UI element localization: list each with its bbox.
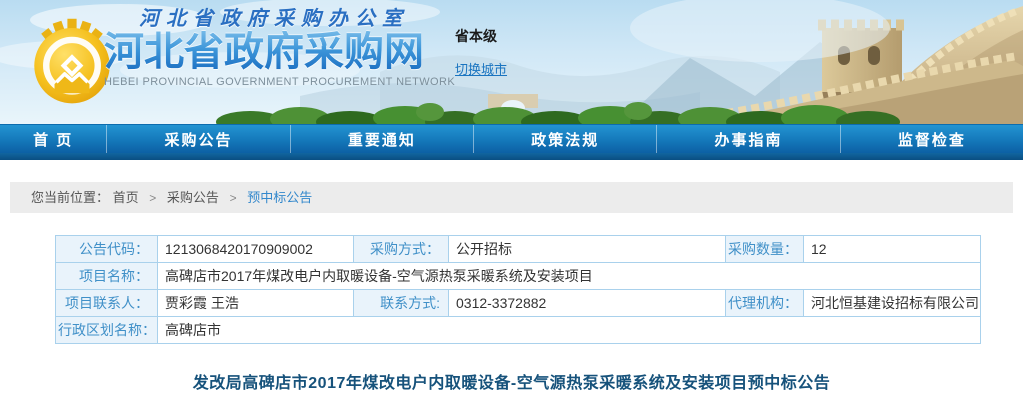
breadcrumb: 您当前位置： 首页 > 采购公告 > 预中标公告: [10, 182, 1013, 213]
district-label: 行政区划名称：: [56, 317, 158, 344]
table-row-district: 行政区划名称： 高碑店市: [56, 317, 981, 344]
nav-item-home[interactable]: 首 页: [0, 125, 106, 153]
breadcrumb-home-link[interactable]: 首页: [113, 190, 139, 205]
project-name-value: 高碑店市2017年煤改电户内取暖设备-空气源热泵采暖系统及安装项目: [158, 263, 981, 290]
project-contact-label: 项目联系人：: [56, 290, 158, 317]
contact-info-value: 0312-3372882: [449, 290, 726, 317]
purchase-method-label: 采购方式：: [354, 236, 449, 263]
announcement-info-table: 公告代码： 1213068420170909002 采购方式： 公开招标 采购数…: [55, 235, 1023, 344]
nav-item-policies-regulations[interactable]: 政策法规: [473, 125, 656, 153]
switch-city-link[interactable]: 切换城市: [455, 59, 507, 78]
table-row-contacts-agency: 项目联系人： 贾彩霞 王浩 联系方式: 0312-3372882 代理机构： 河…: [56, 290, 981, 317]
announcement-code-value: 1213068420170909002: [158, 236, 354, 263]
breadcrumb-separator-icon: >: [230, 191, 237, 205]
region-level-label: 省本级: [455, 26, 507, 46]
nav-item-procurement-announcements[interactable]: 采购公告: [106, 125, 289, 153]
nav-item-service-guide[interactable]: 办事指南: [656, 125, 839, 153]
district-value: 高碑店市: [158, 317, 981, 344]
office-title: 河北省政府采购办公室: [104, 2, 444, 31]
nav-bottom-strip: [0, 153, 1023, 160]
breadcrumb-prefix: 您当前位置：: [31, 190, 109, 205]
purchase-method-value: 公开招标: [449, 236, 726, 263]
project-contact-value: 贾彩霞 王浩: [158, 290, 354, 317]
project-name-label: 项目名称：: [56, 263, 158, 290]
purchase-quantity-label: 采购数量：: [726, 236, 804, 263]
breadcrumb-current-page[interactable]: 预中标公告: [247, 190, 312, 205]
agency-value: 河北恒基建设招标有限公司: [804, 290, 981, 317]
region-box: 省本级 切换城市: [455, 26, 507, 79]
announcement-code-label: 公告代码：: [56, 236, 158, 263]
site-subtitle-english: HEBEI PROVINCIAL GOVERNMENT PROCUREMENT …: [104, 76, 444, 88]
table-row-code-method-quantity: 公告代码： 1213068420170909002 采购方式： 公开招标 采购数…: [56, 236, 981, 263]
site-header: 河北省政府采购办公室 河北省政府采购网 HEBEI PROVINCIAL GOV…: [0, 0, 1023, 124]
main-nav: 首 页 采购公告 重要通知 政策法规 办事指南 监督检查: [0, 124, 1023, 153]
breadcrumb-section-link[interactable]: 采购公告: [167, 190, 219, 205]
breadcrumb-separator-icon: >: [149, 191, 156, 205]
nav-item-supervision-inspection[interactable]: 监督检查: [840, 125, 1023, 153]
site-title: 河北省政府采购网: [104, 31, 444, 73]
contact-info-label: 联系方式:: [354, 290, 449, 317]
site-brand: 河北省政府采购办公室 河北省政府采购网 HEBEI PROVINCIAL GOV…: [104, 2, 444, 88]
nav-item-important-notices[interactable]: 重要通知: [290, 125, 473, 153]
purchase-quantity-value: 12: [804, 236, 981, 263]
table-row-project-name: 项目名称： 高碑店市2017年煤改电户内取暖设备-空气源热泵采暖系统及安装项目: [56, 263, 981, 290]
announcement-page-title: 发改局高碑店市2017年煤改电户内取暖设备-空气源热泵采暖系统及安装项目预中标公…: [0, 369, 1023, 393]
agency-label: 代理机构：: [726, 290, 804, 317]
